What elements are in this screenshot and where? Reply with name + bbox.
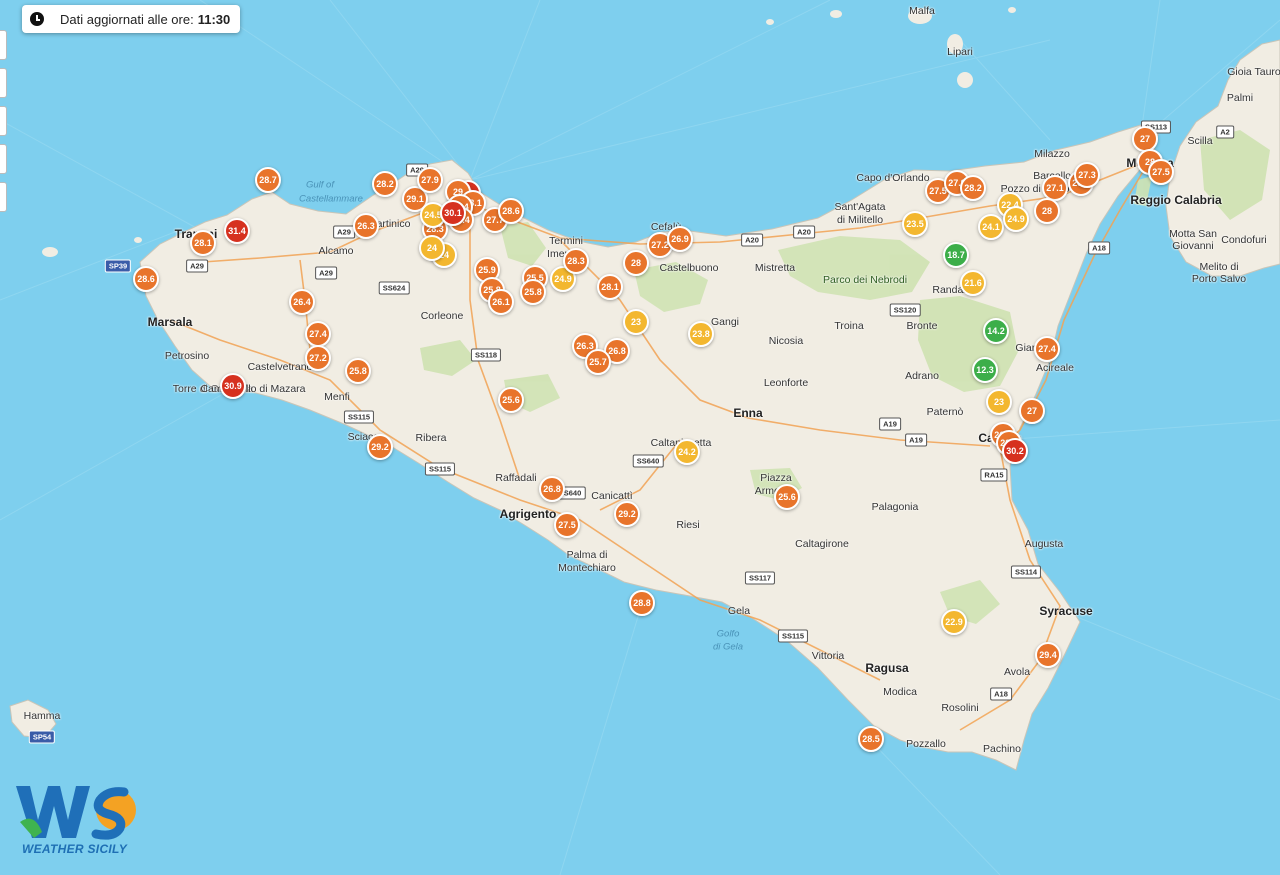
temperature-marker[interactable]: 24.2 xyxy=(674,439,700,465)
temperature-marker[interactable]: 27.9 xyxy=(417,167,443,193)
map-control-4[interactable] xyxy=(0,144,7,174)
temperature-marker[interactable]: 30.9 xyxy=(220,373,246,399)
update-label: Dati aggiornati alle ore: xyxy=(60,11,194,27)
map-control-2[interactable] xyxy=(0,68,7,98)
temperature-marker[interactable]: 28.1 xyxy=(190,230,216,256)
temperature-marker[interactable]: 28.7 xyxy=(255,167,281,193)
temperature-marker[interactable]: 26.8 xyxy=(539,476,565,502)
temperature-marker[interactable]: 29.2 xyxy=(367,434,393,460)
update-time: 11:30 xyxy=(197,11,231,27)
temperature-marker[interactable]: 28.6 xyxy=(498,198,524,224)
temperature-marker[interactable]: 24.9 xyxy=(1003,206,1029,232)
temperature-marker[interactable]: 24 xyxy=(419,235,445,261)
temperature-marker[interactable]: 27.5 xyxy=(1148,159,1174,185)
weather-sicily-logo: WEATHER SICILY xyxy=(12,782,144,860)
temperature-marker[interactable]: 27.4 xyxy=(305,321,331,347)
temperature-marker[interactable]: 28.1 xyxy=(597,274,623,300)
temperature-marker[interactable]: 25.6 xyxy=(774,484,800,510)
temperature-marker[interactable]: 28.3 xyxy=(563,248,589,274)
temperature-marker[interactable]: 26.1 xyxy=(488,289,514,315)
logo-text: WEATHER SICILY xyxy=(22,842,128,856)
temperature-marker[interactable]: 31.4 xyxy=(224,218,250,244)
temperature-marker[interactable]: 18.7 xyxy=(943,242,969,268)
temperature-marker[interactable]: 24.1 xyxy=(978,214,1004,240)
clock-icon xyxy=(30,12,44,26)
temperature-marker[interactable]: 27 xyxy=(1132,126,1158,152)
update-time-box: Dati aggiornati alle ore: 11:30 xyxy=(22,5,240,33)
temperature-marker[interactable]: 27.2 xyxy=(305,345,331,371)
map-control-1[interactable] xyxy=(0,30,7,60)
temperature-marker[interactable]: 23.8 xyxy=(688,321,714,347)
temperature-marker[interactable]: 29.2 xyxy=(614,501,640,527)
temperature-marker[interactable]: 29.4 xyxy=(1035,642,1061,668)
map-control-3[interactable] xyxy=(0,106,7,136)
temperature-marker[interactable]: 27.3 xyxy=(1074,162,1100,188)
temperature-marker[interactable]: 28.2 xyxy=(372,171,398,197)
layers-control[interactable] xyxy=(0,182,7,212)
temperature-marker[interactable]: 28.5 xyxy=(858,726,884,752)
temperature-markers: 28.7 31.4 28.1 28.6 26.4 27.4 27.2 30.9 25.8 29.2… xyxy=(0,0,1280,875)
temperature-marker[interactable]: 23.5 xyxy=(902,211,928,237)
temperature-marker[interactable]: 28.2 xyxy=(960,175,986,201)
temperature-marker[interactable]: 28.8 xyxy=(629,590,655,616)
temperature-marker[interactable]: 26.9 xyxy=(667,226,693,252)
temperature-marker[interactable]: 26.4 xyxy=(289,289,315,315)
ws-logo-mark xyxy=(16,786,136,840)
temperature-marker[interactable]: 25.8 xyxy=(345,358,371,384)
temperature-marker[interactable]: 27.5 xyxy=(554,512,580,538)
temperature-marker[interactable]: 23 xyxy=(623,309,649,335)
temperature-marker[interactable]: 25.7 xyxy=(585,349,611,375)
temperature-marker[interactable]: 28.6 xyxy=(133,266,159,292)
temperature-marker[interactable]: 30.2 xyxy=(1002,438,1028,464)
temperature-marker[interactable]: 30.1 xyxy=(440,200,466,226)
temperature-marker[interactable]: 27 xyxy=(1019,398,1045,424)
temperature-marker[interactable]: 21.6 xyxy=(960,270,986,296)
temperature-marker[interactable]: 22.9 xyxy=(941,609,967,635)
temperature-marker[interactable]: 28 xyxy=(623,250,649,276)
temperature-marker[interactable]: 12.3 xyxy=(972,357,998,383)
temperature-marker[interactable]: 27.4 xyxy=(1034,336,1060,362)
temperature-marker[interactable]: 25.6 xyxy=(498,387,524,413)
temperature-marker[interactable]: 23 xyxy=(986,389,1012,415)
temperature-marker[interactable]: 14.2 xyxy=(983,318,1009,344)
temperature-marker[interactable]: 28 xyxy=(1034,198,1060,224)
temperature-marker[interactable]: 26.3 xyxy=(353,213,379,239)
temperature-marker[interactable]: 25.8 xyxy=(520,279,546,305)
